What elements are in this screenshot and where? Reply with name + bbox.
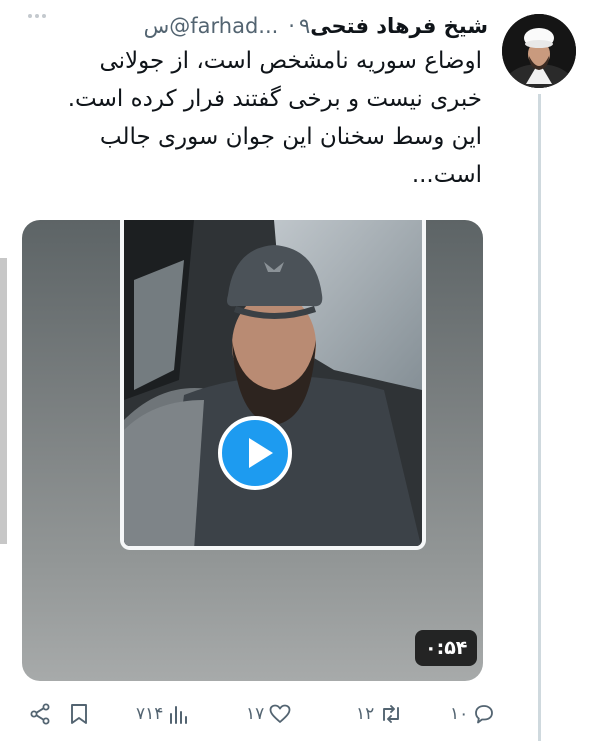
like-button[interactable]: ۱۷ bbox=[246, 697, 292, 731]
reply-icon bbox=[475, 705, 494, 724]
video-duration: ۰:۵۴ bbox=[415, 630, 478, 666]
video-thumbnail bbox=[124, 220, 422, 546]
thread-line bbox=[538, 94, 541, 741]
video-player[interactable]: ۰:۵۴ bbox=[22, 220, 483, 681]
retweet-button[interactable]: ۱۲ bbox=[356, 697, 404, 731]
reply-button[interactable]: ۱۰ bbox=[450, 697, 496, 731]
analytics-icon bbox=[170, 706, 188, 724]
play-button[interactable] bbox=[218, 416, 292, 490]
tweet-actions: ۷۱۴ ۱۷ ۱۲ ۱۰ bbox=[28, 697, 498, 731]
video-frame bbox=[120, 220, 426, 550]
author-name[interactable]: شیخ فرهاد فتحی bbox=[310, 14, 488, 38]
author-handle[interactable]: @farhad... bbox=[169, 14, 278, 38]
retweet-icon bbox=[383, 705, 400, 723]
tweet-line: این وسط سخنان این جوان سوری جالب bbox=[99, 124, 482, 150]
avatar[interactable] bbox=[502, 14, 576, 88]
bookmark-button[interactable] bbox=[68, 697, 90, 731]
views-button[interactable]: ۷۱۴ bbox=[136, 697, 189, 731]
separator-dot: · bbox=[288, 14, 295, 38]
heart-icon bbox=[269, 704, 291, 723]
tweet-line: است... bbox=[411, 162, 482, 188]
share-icon bbox=[30, 703, 50, 725]
likes-count: ۱۷ bbox=[246, 704, 265, 724]
replies-count: ۱۰ bbox=[450, 704, 469, 724]
share-button[interactable] bbox=[28, 697, 52, 731]
bookmark-icon bbox=[71, 704, 87, 724]
more-options-icon[interactable] bbox=[28, 14, 46, 18]
tweet-header: شیخ فرهاد فتحی@farhad... ·۹س bbox=[144, 12, 488, 40]
retweets-count: ۱۲ bbox=[356, 704, 375, 724]
tweet-text: اوضاع سوریه نامشخص است، از جولانی خبری ن… bbox=[20, 42, 482, 194]
tweet-line: خبری نیست و برخی گفتند فرار کرده است. bbox=[67, 86, 482, 112]
views-count: ۷۱۴ bbox=[136, 704, 164, 724]
scrollbar[interactable] bbox=[0, 258, 7, 544]
tweet-line: اوضاع سوریه نامشخص است، از جولانی bbox=[99, 48, 482, 74]
